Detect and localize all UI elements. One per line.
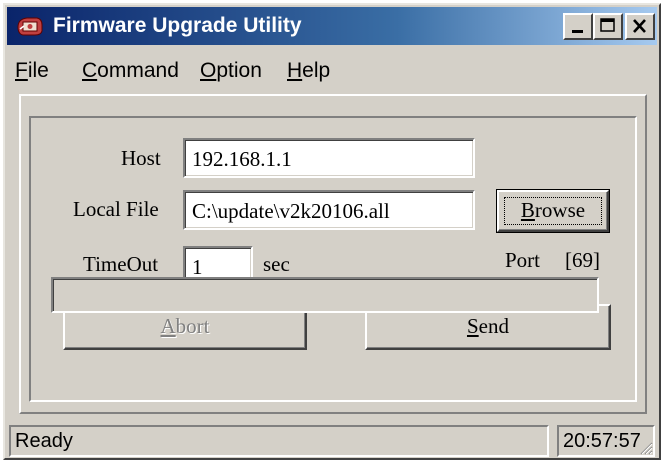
port-label: Port bbox=[505, 248, 541, 272]
minimize-button[interactable] bbox=[563, 13, 593, 40]
status-time: 20:57:57 bbox=[563, 430, 641, 452]
local-file-input-value: C:\update\v2k20106.all bbox=[192, 199, 390, 223]
timeout-label: TimeOut bbox=[83, 252, 159, 276]
maximize-button[interactable] bbox=[593, 13, 623, 40]
form-panel: Host 192.168.1.1 Local File C:\update\v2… bbox=[29, 116, 637, 402]
timeout-unit: sec bbox=[263, 252, 290, 276]
port-value: [69] bbox=[565, 248, 600, 272]
resize-grip-icon[interactable] bbox=[639, 441, 653, 455]
status-text: Ready bbox=[15, 430, 73, 452]
host-label: Host bbox=[121, 146, 161, 170]
status-pane-message: Ready bbox=[9, 425, 549, 457]
app-window: Firmware Upgrade Utility File Command Op… bbox=[3, 3, 661, 460]
menu-help[interactable]: Help bbox=[287, 59, 330, 83]
window-title: Firmware Upgrade Utility bbox=[53, 14, 302, 37]
menu-option[interactable]: Option bbox=[200, 59, 262, 83]
host-input-value: 192.168.1.1 bbox=[192, 147, 292, 171]
app-chip-icon bbox=[17, 17, 43, 36]
menu-bar: File Command Option Help bbox=[7, 53, 657, 85]
menu-command[interactable]: Command bbox=[82, 59, 179, 83]
browse-button[interactable]: Browse bbox=[496, 189, 610, 233]
browse-focus-rect bbox=[504, 197, 602, 225]
menu-file[interactable]: File bbox=[15, 59, 49, 83]
local-file-label: Local File bbox=[73, 197, 159, 221]
progress-bar bbox=[51, 277, 599, 313]
close-icon bbox=[633, 19, 646, 33]
status-bar: Ready 20:57:57 bbox=[7, 425, 657, 457]
close-button[interactable] bbox=[625, 13, 655, 40]
maximize-icon bbox=[600, 18, 615, 32]
title-bar[interactable]: Firmware Upgrade Utility bbox=[7, 7, 657, 45]
host-input[interactable]: 192.168.1.1 bbox=[183, 138, 475, 178]
status-pane-clock: 20:57:57 bbox=[557, 425, 655, 457]
local-file-input[interactable]: C:\update\v2k20106.all bbox=[183, 190, 475, 230]
minimize-icon bbox=[572, 30, 583, 33]
main-panel: Host 192.168.1.1 Local File C:\update\v2… bbox=[19, 94, 647, 414]
